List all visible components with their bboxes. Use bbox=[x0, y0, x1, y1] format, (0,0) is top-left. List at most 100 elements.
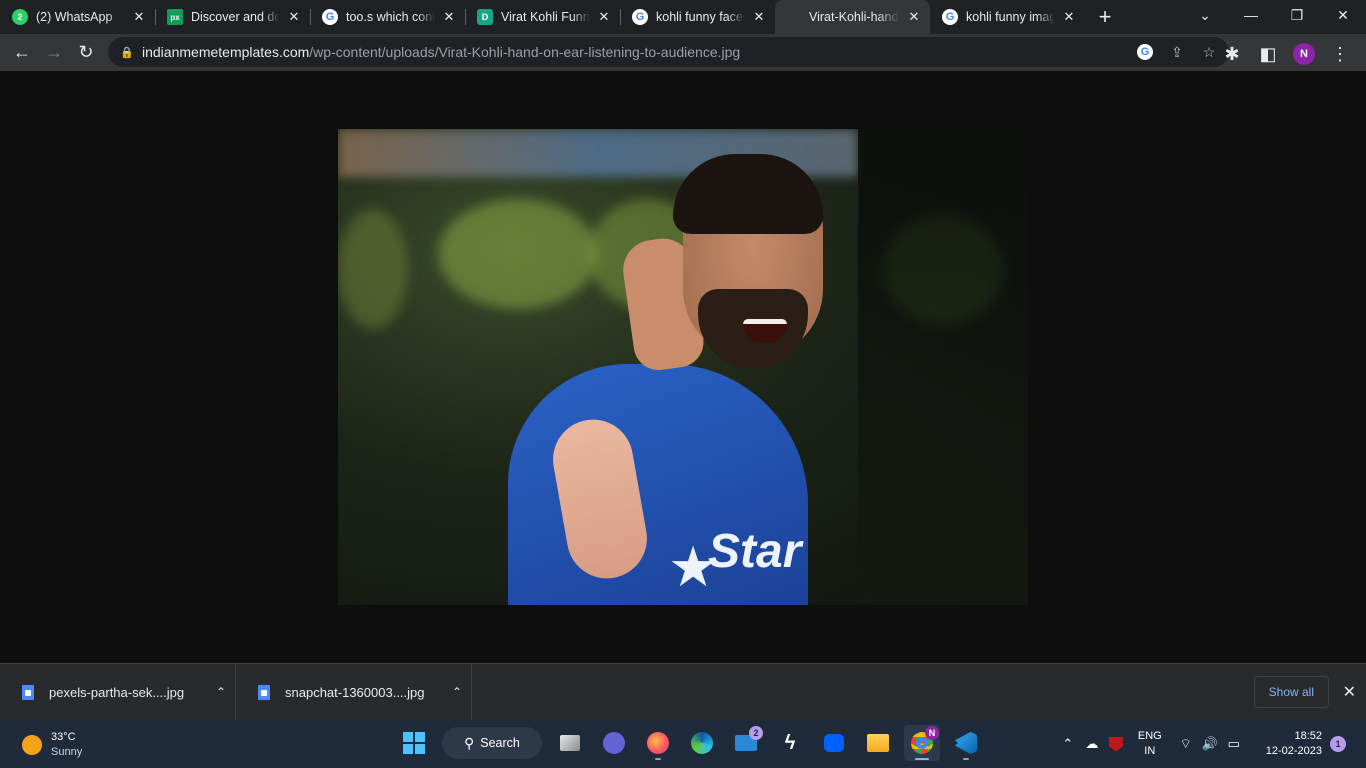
tab-title: Virat Kohli Funny bbox=[501, 10, 590, 24]
clock-date: 12-02-2023 bbox=[1265, 745, 1322, 757]
running-indicator bbox=[963, 758, 969, 760]
tab-kohli-funny-faces[interactable]: G kohli funny faces ✕ bbox=[620, 0, 775, 34]
restore-button[interactable]: ❐ bbox=[1274, 0, 1320, 30]
language-indicator[interactable]: ENG IN bbox=[1138, 729, 1162, 759]
windows-logo-icon bbox=[403, 732, 425, 754]
close-icon[interactable]: ✕ bbox=[441, 9, 457, 25]
share-icon[interactable]: ⇪ bbox=[1165, 42, 1189, 62]
tab-search-button[interactable]: ⌄ bbox=[1182, 0, 1228, 30]
close-icon[interactable]: ✕ bbox=[1061, 9, 1077, 25]
mcafee-shield-icon[interactable] bbox=[1104, 732, 1128, 756]
address-bar[interactable]: 🔒 indianmemetemplates.com/wp-content/upl… bbox=[108, 37, 1229, 67]
tab-strip: 2 (2) WhatsApp ✕ px Discover and dow ✕ G… bbox=[0, 0, 1366, 34]
show-all-button[interactable]: Show all bbox=[1253, 676, 1329, 708]
wifi-icon[interactable]: ⌔ bbox=[1174, 732, 1198, 756]
close-icon[interactable]: ✕ bbox=[131, 9, 147, 25]
google-icon: G bbox=[942, 9, 958, 25]
profile-button[interactable]: N bbox=[1288, 38, 1320, 70]
taskbar-search[interactable]: ⚲ Search bbox=[442, 727, 542, 759]
image-file-icon bbox=[22, 684, 34, 700]
tab-title: Discover and dow bbox=[191, 10, 280, 24]
close-icon[interactable]: ✕ bbox=[751, 9, 767, 25]
bokeh-light bbox=[338, 209, 408, 329]
chrome-button[interactable]: N bbox=[904, 725, 940, 761]
power-automate-button[interactable]: ϟ bbox=[772, 725, 808, 761]
mail-badge: 2 bbox=[749, 726, 763, 740]
tab-whatsapp[interactable]: 2 (2) WhatsApp ✕ bbox=[0, 0, 155, 34]
search-label: Search bbox=[480, 736, 520, 750]
toolbar-right: ✱ ◧ N ⋮ bbox=[1216, 38, 1356, 70]
close-icon[interactable]: ✕ bbox=[906, 9, 922, 25]
weather-widget[interactable]: 33°C Sunny bbox=[22, 730, 82, 760]
window-close-button[interactable]: ✕ bbox=[1320, 0, 1366, 30]
forward-button[interactable]: → bbox=[38, 37, 70, 69]
tab-kohli-funny-images[interactable]: G kohli funny imag ✕ bbox=[930, 0, 1085, 34]
weather-temp: 33°C bbox=[51, 731, 76, 743]
start-button[interactable] bbox=[396, 725, 432, 761]
tab-title: kohli funny imag bbox=[966, 10, 1055, 24]
google-icon: G bbox=[632, 9, 648, 25]
volume-icon[interactable]: 🔊 bbox=[1198, 732, 1222, 756]
file-explorer-button[interactable] bbox=[860, 725, 896, 761]
minimize-button[interactable]: — bbox=[1228, 0, 1274, 30]
download-filename: snapchat-1360003....jpg bbox=[285, 684, 425, 700]
tab-virat-kohli-funny[interactable]: D Virat Kohli Funny ✕ bbox=[465, 0, 620, 34]
image-viewer: ★ Star bbox=[0, 71, 1366, 663]
edge-button[interactable] bbox=[684, 725, 720, 761]
lock-icon[interactable]: 🔒 bbox=[120, 45, 134, 59]
tab-discover[interactable]: px Discover and dow ✕ bbox=[155, 0, 310, 34]
whatsapp-icon: 2 bbox=[12, 9, 28, 25]
firefox-icon bbox=[647, 732, 669, 754]
running-indicator bbox=[655, 758, 661, 760]
side-panel-icon[interactable]: ◧ bbox=[1252, 38, 1284, 70]
download-filename: pexels-partha-sek....jpg bbox=[49, 684, 185, 700]
mail-button[interactable]: 2 bbox=[728, 725, 764, 761]
back-button[interactable]: ← bbox=[6, 37, 38, 69]
url-path: /wp-content/uploads/Virat-Kohli-hand-on-… bbox=[309, 44, 741, 60]
download-item[interactable]: pexels-partha-sek....jpg ⌃ bbox=[0, 663, 236, 721]
task-view-icon bbox=[560, 735, 580, 751]
teams-chat-button[interactable] bbox=[596, 725, 632, 761]
close-icon[interactable]: ✕ bbox=[1343, 682, 1356, 702]
task-view-button[interactable] bbox=[552, 725, 588, 761]
chevron-up-icon[interactable]: ⌃ bbox=[207, 685, 235, 699]
chevron-up-icon[interactable]: ⌃ bbox=[443, 685, 471, 699]
region-code: IN bbox=[1144, 745, 1156, 757]
notification-badge[interactable]: 1 bbox=[1330, 736, 1346, 752]
download-item[interactable]: snapchat-1360003....jpg ⌃ bbox=[236, 663, 472, 721]
folder-icon bbox=[867, 734, 889, 752]
browser-toolbar: ← → ↻ 🔒 indianmemetemplates.com/wp-conte… bbox=[0, 34, 1366, 71]
reload-button[interactable]: ↻ bbox=[70, 37, 102, 69]
dropbox-button[interactable] bbox=[816, 725, 852, 761]
system-tray: ⌃ ☁ ENG IN ⌔ 🔊 ▭ 18:52 12-02-2023 1 bbox=[1056, 720, 1366, 768]
close-icon[interactable]: ✕ bbox=[596, 9, 612, 25]
profile-badge: N bbox=[925, 726, 939, 740]
omnibox-actions: G ⇪ ☆ bbox=[1133, 42, 1221, 62]
firefox-button[interactable] bbox=[640, 725, 676, 761]
download-bar: pexels-partha-sek....jpg ⌃ snapchat-1360… bbox=[0, 663, 1366, 721]
clock-time: 18:52 bbox=[1294, 730, 1322, 742]
tab-title: kohli funny faces bbox=[656, 10, 745, 24]
google-icon: G bbox=[322, 9, 338, 25]
image-file-icon bbox=[258, 684, 270, 700]
pixabay-icon: px bbox=[167, 9, 183, 25]
clock[interactable]: 18:52 12-02-2023 bbox=[1266, 729, 1322, 759]
chrome-menu-icon[interactable]: ⋮ bbox=[1324, 38, 1356, 70]
google-icon: G bbox=[1137, 44, 1153, 60]
photo-shadow bbox=[858, 129, 1028, 605]
vscode-button[interactable] bbox=[948, 725, 984, 761]
new-tab-button[interactable]: + bbox=[1085, 0, 1125, 34]
close-icon[interactable]: ✕ bbox=[286, 9, 302, 25]
url-host: indianmemetemplates.com bbox=[142, 44, 310, 60]
google-lens-icon[interactable]: G bbox=[1133, 42, 1157, 62]
weather-text: 33°C Sunny bbox=[51, 730, 82, 760]
tab-tools-search[interactable]: G too.s which conta ✕ bbox=[310, 0, 465, 34]
onedrive-cloud-icon[interactable]: ☁ bbox=[1080, 732, 1104, 756]
kohli-photo[interactable]: ★ Star bbox=[338, 129, 1028, 605]
tab-virat-kohli-hand[interactable]: Virat-Kohli-hand- ✕ bbox=[775, 0, 930, 34]
battery-icon[interactable]: ▭ bbox=[1222, 732, 1246, 756]
extensions-icon[interactable]: ✱ bbox=[1216, 38, 1248, 70]
site-icon: D bbox=[477, 9, 493, 25]
sponsor-logo: Star bbox=[708, 525, 802, 578]
chevron-up-icon[interactable]: ⌃ bbox=[1056, 732, 1080, 756]
